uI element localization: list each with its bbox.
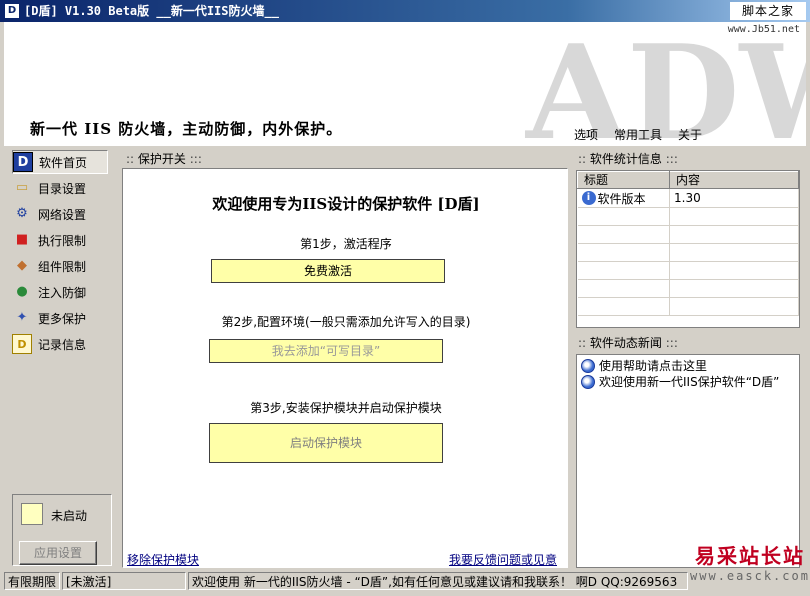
status-panel: 未启动 应用设置 [12,494,112,566]
satellite-icon: ✦ [16,310,28,325]
sidebar-item-injection[interactable]: ● 注入防御 [12,280,108,304]
start-protection-button[interactable]: 启动保护模块 [209,423,443,463]
period-label: 有限期限 [4,572,60,590]
globe-icon: ● [16,284,28,299]
sidebar-item-label: 目录设置 [38,181,87,196]
list-item[interactable]: 欢迎使用新一代IIS保护软件“D盾” [581,373,779,390]
protection-header-label: 保护开关 [137,152,186,166]
news-item-text: 使用帮助请点击这里 [599,359,708,373]
status-indicator [21,503,43,525]
step1-label: 第1步，激活程序 [300,237,392,251]
watermark-url: www.easck.com [690,569,810,583]
package-icon: ◆ [17,258,27,273]
news-header: :: 软件动态新闻 ::: [578,336,678,350]
step3-label: 第3步,安装保护模块并启动保护模块 [250,401,442,415]
corner-logo: 脚本之家 [730,2,806,20]
add-writable-dir-button[interactable]: 我去添加“可写目录” [209,339,443,363]
feedback-link[interactable]: 我要反馈问题或见意 [449,551,557,568]
table-row [577,261,799,280]
status-label: 未启动 [51,509,88,523]
folder-icon: ▭ [15,180,29,195]
sidebar-item-directory[interactable]: ▭ 目录设置 [12,176,108,200]
table-row [577,225,799,244]
table-row [577,207,799,226]
menu-bar: 选项 常用工具 关于 [572,126,704,144]
column-header-content[interactable]: 内容 [669,171,799,189]
main-panel: 欢迎使用专为IIS设计的保护软件 [D盾] 第1步，激活程序 免费激活 第2步,… [122,168,568,568]
welcome-heading: 欢迎使用专为IIS设计的保护软件 [D盾] [212,195,480,213]
table-row [577,297,799,316]
cubes-icon: ■ [15,232,29,247]
protection-header: :: 保护开关 ::: [126,152,202,166]
stats-header-label: 软件统计信息 [589,152,662,166]
watermark-title: 易采站长站 [695,544,805,568]
globe-link-icon [581,374,595,389]
activation-status: [未激活] [62,572,186,590]
stats-header: :: 软件统计信息 ::: [578,152,678,166]
news-item-text: 欢迎使用新一代IIS保护软件“D盾” [599,375,780,389]
table-row[interactable]: i 软件版本 1.30 [577,188,799,208]
sidebar-item-label: 软件首页 [39,155,88,170]
menu-about[interactable]: 关于 [676,126,704,144]
menu-options[interactable]: 选项 [572,126,600,144]
sidebar-item-label: 更多保护 [38,311,87,326]
sidebar-item-label: 组件限制 [38,259,87,274]
banner-slogan: 新一代 IIS 防火墙，主动防御，内外保护。 [30,120,343,138]
status-message: 欢迎使用 新一代的IIS防火墙 - “D盾”,如有任何意见或建议请和我联系！ 啊… [188,572,688,590]
window-title: [D盾] V1.30 Beta版 __新一代IIS防火墙__ [24,4,279,18]
news-list: 使用帮助请点击这里 欢迎使用新一代IIS保护软件“D盾” [576,354,800,568]
watermark: 易采站长站 www.easck.com [690,540,810,596]
apply-settings-button[interactable]: 应用设置 [19,541,97,565]
column-header-title[interactable]: 标题 [577,171,670,189]
banner: ADW www.Jb51.net 新一代 IIS 防火墙，主动防御，内外保护。 … [4,22,806,146]
menu-tools[interactable]: 常用工具 [612,126,664,144]
sidebar-item-label: 执行限制 [38,233,87,248]
sidebar-item-label: 注入防御 [38,285,87,300]
title-bar[interactable]: D [D盾] V1.30 Beta版 __新一代IIS防火墙__ 脚本之家 [0,0,810,22]
row-title-cell: i 软件版本 [577,188,670,208]
network-icon: ⚙ [16,206,28,221]
d-shield-icon: D [13,152,33,172]
stats-table: 标题 内容 i 软件版本 1.30 [576,170,800,328]
sidebar-item-component-limit[interactable]: ◆ 组件限制 [12,254,108,278]
sidebar-item-exec-limit[interactable]: ■ 执行限制 [12,228,108,252]
globe-link-icon [581,358,595,373]
remove-module-link[interactable]: 移除保护模块 [127,551,199,568]
free-activate-button[interactable]: 免费激活 [211,259,445,283]
step2-label: 第2步,配置环境(一般只需添加允许写入的目录) [221,315,471,329]
sidebar-item-network[interactable]: ⚙ 网络设置 [12,202,108,226]
banner-url: www.Jb51.net [727,24,800,35]
row-title: 软件版本 [597,191,646,206]
status-bar: 有限期限 [未激活] 欢迎使用 新一代的IIS防火墙 - “D盾”,如有任何意见… [0,572,810,596]
sidebar: D 软件首页 ▭ 目录设置 ⚙ 网络设置 ■ 执行限制 ◆ 组件限制 ● 注入防… [4,148,116,570]
table-row [577,243,799,262]
row-value: 1.30 [669,188,799,208]
sidebar-item-label: 网络设置 [38,207,87,222]
list-item[interactable]: 使用帮助请点击这里 [581,357,707,374]
sidebar-item-more[interactable]: ✦ 更多保护 [12,306,108,330]
log-icon: D [12,334,32,354]
sidebar-item-log[interactable]: D 记录信息 [12,332,108,356]
news-header-label: 软件动态新闻 [589,336,662,350]
app-icon: D [4,3,20,19]
sidebar-item-home[interactable]: D 软件首页 [12,150,108,174]
sidebar-item-label: 记录信息 [38,337,87,352]
table-row [577,279,799,298]
info-icon: i [581,191,596,205]
